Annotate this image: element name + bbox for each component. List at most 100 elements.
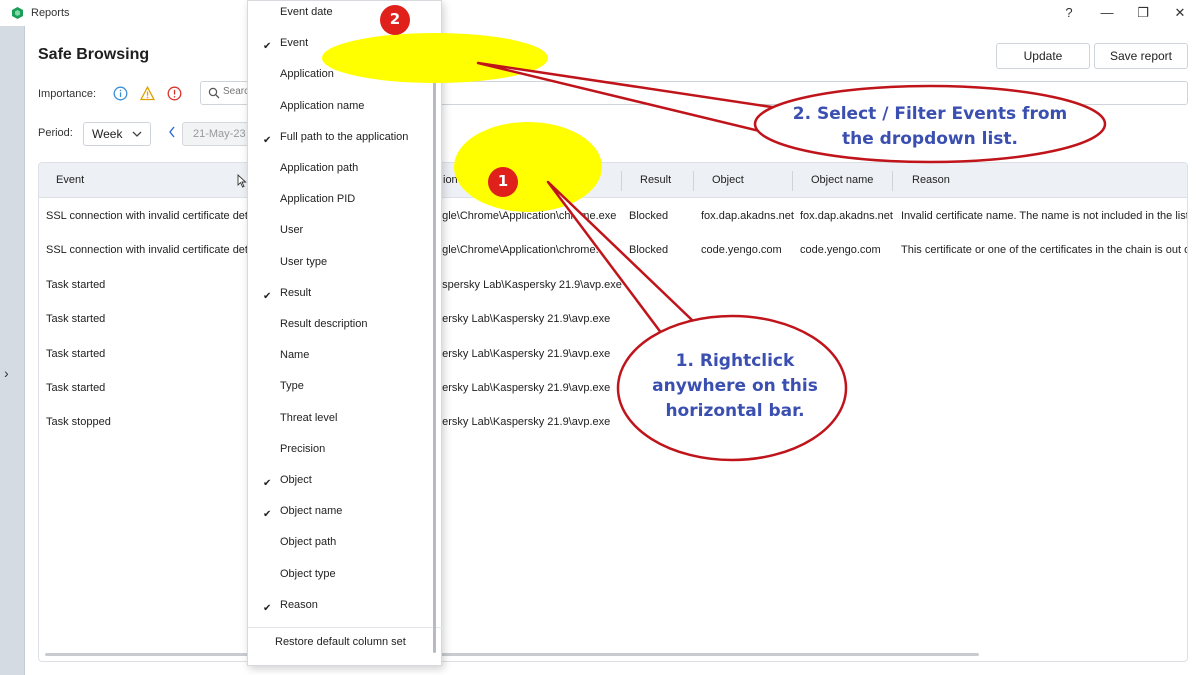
menu-item-application-pid[interactable]: Application PID xyxy=(248,188,433,218)
period-select[interactable]: Week xyxy=(83,122,151,146)
menu-item-name[interactable]: Name xyxy=(248,344,433,374)
cell-object: code.yengo.com xyxy=(701,244,782,257)
checkmark-icon: ✔ xyxy=(263,478,272,489)
update-button[interactable]: Update xyxy=(996,43,1090,69)
menu-item-event-date[interactable]: Event date xyxy=(248,1,433,31)
minimize-button[interactable]: — xyxy=(1093,3,1121,23)
column-context-menu: Event date ✔ Event Application Application n… xyxy=(247,0,443,666)
cell-path: persky Lab\Kaspersky 21.9\avp.exe xyxy=(436,347,611,360)
save-report-button[interactable]: Save report xyxy=(1094,43,1188,69)
column-separator[interactable] xyxy=(693,171,694,191)
cell-object: fox.dap.akadns.net xyxy=(701,210,794,222)
menu-item-label: User type xyxy=(280,255,328,268)
kaspersky-logo-icon xyxy=(12,7,23,19)
column-header-result[interactable]: Result xyxy=(640,174,671,186)
menu-item-label: Reason xyxy=(280,598,318,611)
table-row[interactable]: SSL connection with invalid certificate … xyxy=(39,235,1188,269)
column-header-application-path[interactable]: ion xyxy=(443,174,458,186)
close-button[interactable]: ✕ xyxy=(1166,3,1194,23)
window-title: Reports xyxy=(31,7,70,19)
previous-date-icon[interactable] xyxy=(168,126,176,138)
menu-item-user[interactable]: User xyxy=(248,219,433,249)
menu-item-label: Application name xyxy=(280,99,365,112)
mouse-cursor-icon xyxy=(237,174,247,188)
table-row[interactable]: Task started persky Lab\Kaspersky 21.9\av… xyxy=(39,339,1187,373)
table-row[interactable]: Task started persky Lab\Kaspersky 21.9\av… xyxy=(39,373,1187,407)
menu-item-label: Type xyxy=(280,380,304,393)
column-separator[interactable] xyxy=(621,171,622,191)
menu-item-label: Result description xyxy=(280,318,368,330)
table-row[interactable]: Task started aspersky Lab\Kaspersky 21.9\… xyxy=(39,270,1187,304)
menu-item-label: Application PID xyxy=(280,193,356,206)
menu-item-object-path[interactable]: Object path xyxy=(248,531,433,561)
column-header-reason[interactable]: Reason xyxy=(912,174,950,186)
column-separator[interactable] xyxy=(892,171,893,191)
menu-item-object-type[interactable]: Object type xyxy=(248,563,433,593)
column-separator[interactable] xyxy=(792,171,793,191)
left-rail: › xyxy=(0,26,25,675)
callout-2-line: the dropdown list. xyxy=(841,129,1018,149)
checkmark-icon: ✔ xyxy=(263,41,272,53)
table-row[interactable]: SSL connection with invalid certificate … xyxy=(39,201,1188,235)
menu-item-label: Event xyxy=(280,37,309,50)
menu-item-reason[interactable]: ✔ Reason xyxy=(248,594,433,624)
menu-item-label: Application xyxy=(280,68,334,81)
cell-result: Blocked xyxy=(629,244,669,257)
info-icon[interactable] xyxy=(113,86,128,101)
page-title: Safe Browsing xyxy=(38,46,150,63)
warning-icon[interactable] xyxy=(140,86,155,101)
table-row[interactable]: Task stopped persky Lab\Kaspersky 21.9\av… xyxy=(39,407,1187,441)
menu-divider xyxy=(248,627,443,628)
menu-item-full-path-to-the-application[interactable]: ✔ Full path to the application xyxy=(248,126,433,156)
checkmark-icon: ✔ xyxy=(263,134,272,146)
menu-item-object[interactable]: ✔ Object xyxy=(248,469,433,499)
menu-item-result[interactable]: ✔ Result xyxy=(248,282,433,312)
menu-item-label: Application path xyxy=(280,162,359,174)
cell-event: Task stopped xyxy=(46,416,111,429)
importance-label: Importance: xyxy=(38,88,97,100)
menu-item-label: Full path to the application xyxy=(280,130,409,143)
menu-item-object-name[interactable]: ✔ Object name xyxy=(248,500,433,530)
cell-result: Blocked xyxy=(629,210,669,222)
menu-item-restore-default[interactable]: Restore default column set xyxy=(248,631,433,661)
cell-object-name: fox.dap.akadns.net xyxy=(800,210,893,222)
horizontal-scrollbar[interactable] xyxy=(45,653,979,656)
menu-item-label: Restore default column set xyxy=(275,636,406,648)
menu-item-user-type[interactable]: User type xyxy=(248,251,433,281)
cell-object-name: code.yengo.com xyxy=(800,244,881,257)
help-button[interactable]: ? xyxy=(1055,3,1083,23)
menu-scrollbar[interactable] xyxy=(433,53,436,653)
column-header-event[interactable]: Event xyxy=(56,174,84,186)
date-field[interactable]: 21-May-23 xyxy=(182,122,252,146)
column-header-object[interactable]: Object xyxy=(712,174,744,186)
menu-item-application-path[interactable]: Application path xyxy=(248,157,433,187)
cell-event: Task started xyxy=(46,347,106,360)
cell-reason: This certificate or one of the certifica… xyxy=(901,244,1188,257)
cell-event: Task started xyxy=(46,278,106,291)
menu-item-result-description[interactable]: Result description xyxy=(248,313,433,343)
menu-item-label: User xyxy=(280,224,304,237)
title-bar: Reports ? — ❐ ✕ xyxy=(0,0,1200,26)
menu-item-application[interactable]: Application xyxy=(248,63,433,93)
restore-button[interactable]: ❐ xyxy=(1129,3,1157,23)
critical-icon[interactable] xyxy=(167,86,182,101)
cell-reason: Invalid certificate name. The name is no… xyxy=(901,210,1188,222)
menu-item-label: Precision xyxy=(280,442,326,455)
table-header-bar[interactable]: Event ion Result Object Object name Reas… xyxy=(39,163,1187,198)
callout-2-line: 2. Select / Filter Events from xyxy=(792,104,1068,124)
menu-item-type[interactable]: Type xyxy=(248,375,433,405)
menu-item-threat-level[interactable]: Threat level xyxy=(248,407,433,437)
menu-item-event[interactable]: ✔ Event xyxy=(248,32,433,62)
cell-path: persky Lab\Kaspersky 21.9\avp.exe xyxy=(436,313,611,326)
cell-path: aspersky Lab\Kaspersky 21.9\avp.exe xyxy=(436,278,622,291)
menu-item-label: Object xyxy=(280,474,312,486)
column-header-object-name[interactable]: Object name xyxy=(811,174,873,186)
expand-chevron-icon[interactable]: › xyxy=(4,365,9,381)
menu-item-label: Object path xyxy=(280,536,337,549)
table-row[interactable]: Task started persky Lab\Kaspersky 21.9\av… xyxy=(39,304,1187,338)
cell-event: SSL connection with invalid certificate … xyxy=(46,210,255,222)
cell-path: persky Lab\Kaspersky 21.9\avp.exe xyxy=(436,416,611,429)
menu-item-precision[interactable]: Precision xyxy=(248,438,433,468)
menu-item-application-name[interactable]: Application name xyxy=(248,95,433,125)
cell-event: Task started xyxy=(46,382,106,394)
